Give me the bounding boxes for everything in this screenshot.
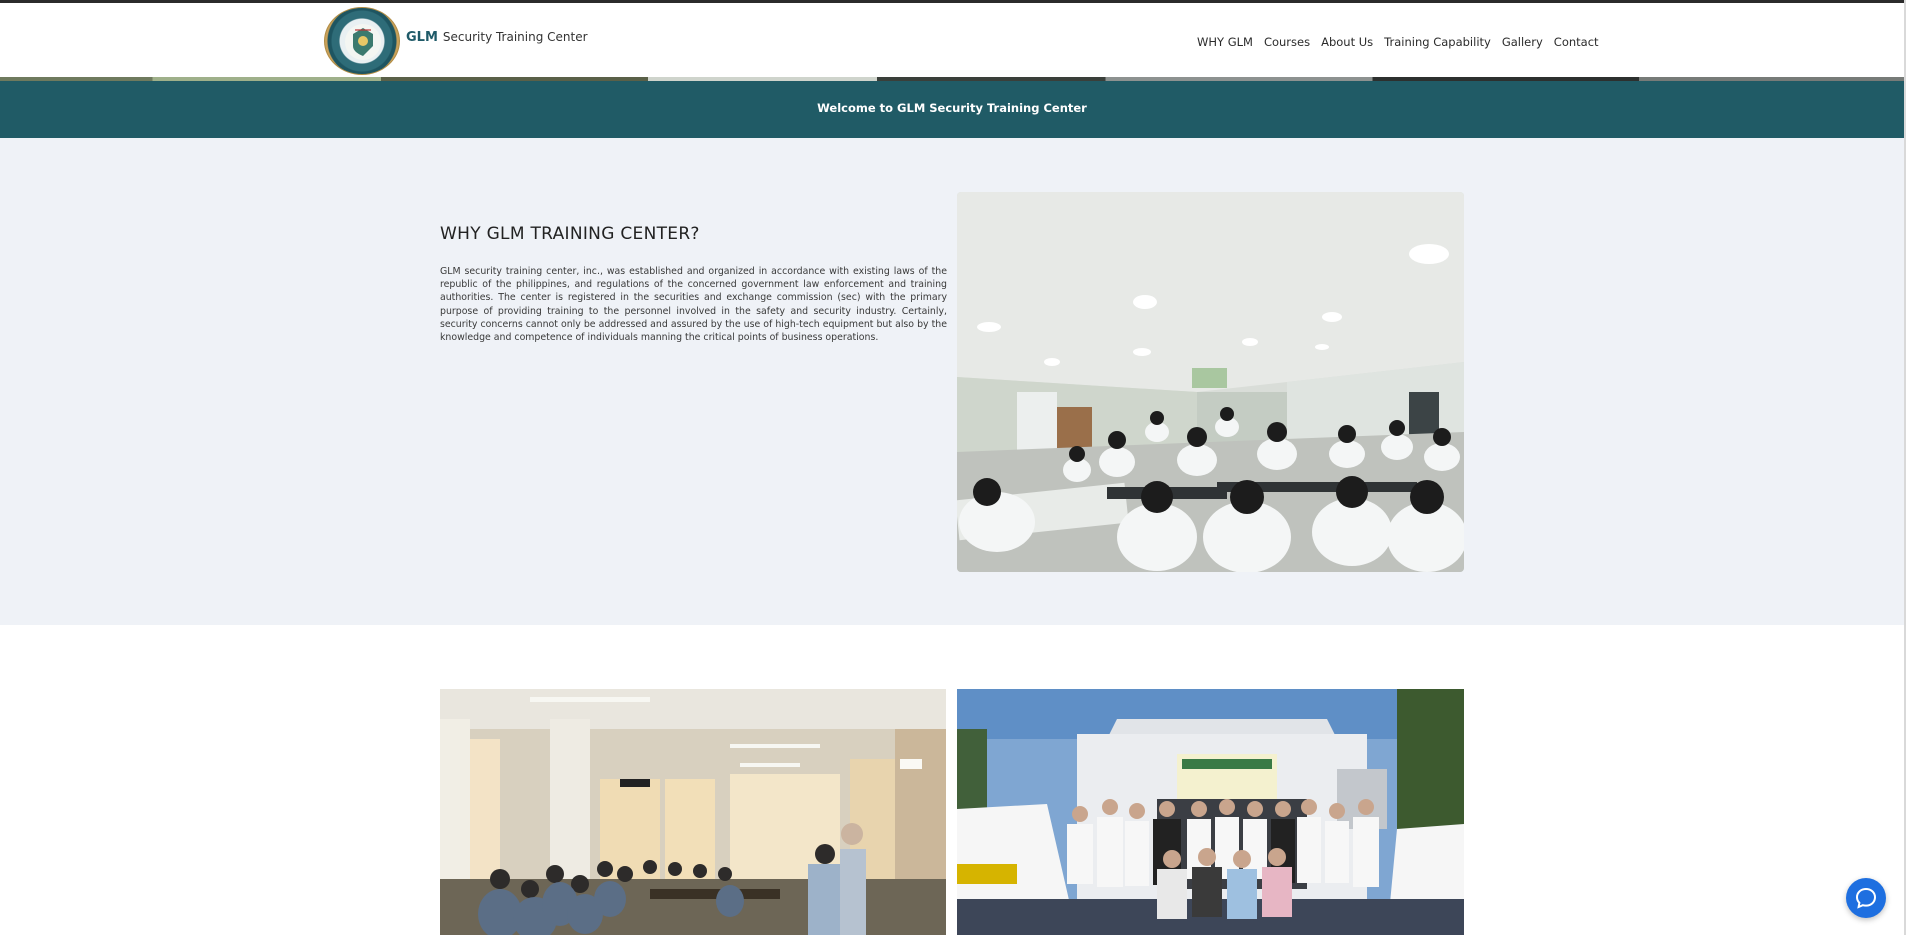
classroom-photo (957, 192, 1464, 572)
nav-why-glm[interactable]: WHY GLM (1197, 35, 1253, 49)
nav-gallery[interactable]: Gallery (1502, 35, 1543, 49)
seminar-photo (440, 689, 946, 935)
chat-bubble-icon (1855, 887, 1877, 909)
group-photo (957, 689, 1464, 935)
why-glm-section: WHY GLM TRAINING CENTER? GLM security tr… (0, 138, 1904, 625)
nav-contact[interactable]: Contact (1554, 35, 1599, 49)
chat-button[interactable] (1846, 878, 1886, 918)
welcome-text: Welcome to GLM Security Training Center (817, 101, 1087, 115)
brand-subtitle: Security Training Center (442, 30, 588, 44)
glm-seal-logo[interactable] (324, 7, 400, 75)
section-description: GLM security training center, inc., was … (440, 266, 947, 344)
site-brand[interactable]: GLM Security Training Center (406, 30, 588, 45)
site-header: GLM Security Training Center WHY GLM Cour… (0, 3, 1906, 78)
main-nav: WHY GLM Courses About Us Training Capabi… (1197, 35, 1599, 49)
brand-name: GLM (406, 30, 438, 45)
welcome-banner: Welcome to GLM Security Training Center (0, 81, 1904, 138)
section-title: WHY GLM TRAINING CENTER? (440, 224, 700, 244)
nav-courses[interactable]: Courses (1264, 35, 1310, 49)
nav-training-capability[interactable]: Training Capability (1384, 35, 1491, 49)
nav-about-us[interactable]: About Us (1321, 35, 1373, 49)
